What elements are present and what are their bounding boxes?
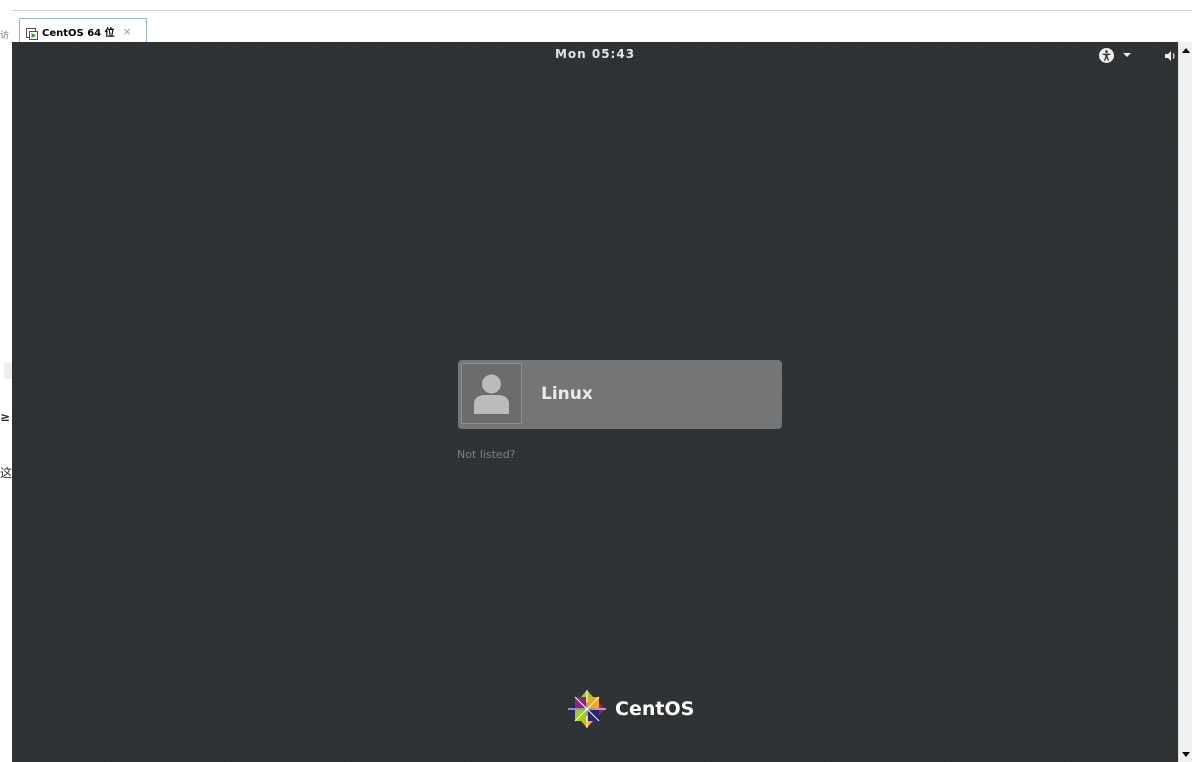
scroll-down-icon[interactable] bbox=[1179, 746, 1192, 762]
host-window: 访 ≥ 这 CentOS 64 位 × Mon 05:43 Linux Not … bbox=[0, 0, 1192, 762]
vertical-scrollbar[interactable] bbox=[1178, 42, 1192, 762]
host-panel-fragment bbox=[4, 363, 12, 379]
host-left-strip bbox=[0, 0, 12, 762]
host-text-fragment: ≥ bbox=[0, 410, 11, 424]
volume-icon[interactable] bbox=[1164, 48, 1178, 62]
user-name: Linux bbox=[541, 384, 593, 404]
tab-close-icon[interactable]: × bbox=[123, 25, 132, 38]
user-login-button[interactable]: Linux bbox=[458, 360, 782, 429]
user-avatar-icon bbox=[461, 363, 522, 424]
not-listed-link[interactable]: Not listed? bbox=[457, 448, 516, 461]
vm-running-icon bbox=[26, 25, 38, 40]
centos-branding: CentOS bbox=[567, 687, 694, 731]
centos-logo-icon bbox=[567, 689, 607, 729]
clock[interactable]: Mon 05:43 bbox=[12, 47, 1178, 61]
scroll-up-icon[interactable] bbox=[1179, 42, 1192, 58]
tab-centos-vm[interactable]: CentOS 64 位 × bbox=[19, 18, 147, 43]
accessibility-menu[interactable] bbox=[1099, 46, 1131, 64]
accessibility-icon bbox=[1099, 47, 1114, 63]
host-text-fragment: 这 bbox=[0, 466, 12, 480]
gnome-top-bar: Mon 05:43 bbox=[12, 42, 1178, 68]
tab-title: CentOS 64 位 bbox=[42, 27, 115, 39]
host-text-fragment: 访 bbox=[0, 31, 10, 41]
dropdown-caret-icon bbox=[1123, 53, 1131, 57]
centos-wordmark: CentOS bbox=[615, 698, 695, 720]
vm-tab-bar: CentOS 64 位 × bbox=[12, 10, 1192, 43]
vm-screen[interactable]: Mon 05:43 Linux Not listed? CentOS bbox=[12, 42, 1178, 762]
